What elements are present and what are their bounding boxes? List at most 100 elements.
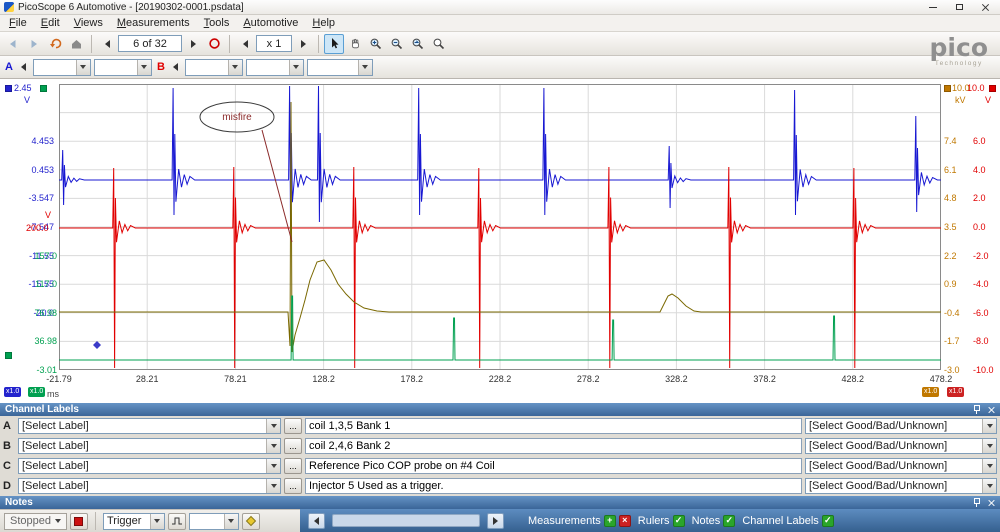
menu-tools[interactable]: Tools <box>197 16 237 30</box>
previous-buffer-button[interactable] <box>97 34 117 54</box>
channel-b-range-select[interactable] <box>185 59 243 76</box>
restore-button[interactable] <box>948 1 970 14</box>
channel-c-label-input[interactable] <box>305 458 802 474</box>
menu-automotive[interactable]: Automotive <box>236 16 305 30</box>
channel-a-more-button[interactable]: ... <box>284 418 302 434</box>
dropdown-button[interactable] <box>982 419 996 433</box>
channel-a-label-input[interactable] <box>305 418 802 434</box>
stop-button[interactable] <box>70 513 88 530</box>
channel-a-label-select[interactable]: [Select Label] <box>18 418 281 434</box>
menu-measurements[interactable]: Measurements <box>110 16 197 30</box>
notes-button[interactable]: Notes ✓ <box>692 515 736 527</box>
channel-labels-toggle-icon[interactable]: ✓ <box>822 515 834 527</box>
zoom-increase-button[interactable] <box>293 34 313 54</box>
dropdown-button[interactable] <box>228 60 242 75</box>
channel-d-label-input[interactable] <box>305 478 802 494</box>
dropdown-button[interactable] <box>266 459 280 473</box>
trigger-channel-select[interactable] <box>189 513 239 530</box>
minimize-button[interactable] <box>922 1 944 14</box>
channel-a-collapse-button[interactable] <box>18 57 30 77</box>
channel-a-quality-select[interactable]: [Select Good/Bad/Unknown] <box>805 418 997 434</box>
hand-tool-button[interactable] <box>345 34 365 54</box>
scope-view[interactable]: misfire4.4530.453-3.547-7.547-11.55-15.5… <box>0 79 1000 403</box>
measurements-button[interactable]: Measurements + × <box>528 515 631 527</box>
dropdown-button[interactable] <box>289 60 303 75</box>
channel-d-more-button[interactable]: ... <box>284 478 302 494</box>
trigger-marker-button[interactable] <box>242 513 260 530</box>
zoom-factor-box[interactable]: x 1 <box>256 35 292 52</box>
channel-b-coupling-select[interactable] <box>246 59 304 76</box>
buffer-position-box[interactable]: 6 of 32 <box>118 35 182 52</box>
menu-help[interactable]: Help <box>305 16 342 30</box>
channel-a-axis-handle[interactable] <box>5 85 12 92</box>
channel-d-quality-select[interactable]: [Select Good/Bad/Unknown] <box>805 478 997 494</box>
close-button[interactable] <box>974 1 996 14</box>
capture-state-button[interactable]: Stopped <box>4 513 67 530</box>
pin-icon[interactable] <box>972 498 981 507</box>
axis-c-scale-chip[interactable]: x1.0 <box>922 387 939 397</box>
undo-button[interactable] <box>45 34 65 54</box>
menu-file[interactable]: File <box>2 16 34 30</box>
axis-a-scale-chip[interactable]: x1.0 <box>4 387 21 397</box>
rulers-toggle-icon[interactable]: ✓ <box>673 515 685 527</box>
close-panel-icon[interactable] <box>987 406 995 414</box>
zoom-decrease-button[interactable] <box>235 34 255 54</box>
waveform-plot[interactable]: misfire <box>59 84 941 370</box>
misfire-annotation[interactable]: misfire <box>200 102 292 242</box>
dropdown-button[interactable] <box>982 439 996 453</box>
zoom-full-button[interactable] <box>429 34 449 54</box>
dropdown-button[interactable] <box>982 479 996 493</box>
menu-views[interactable]: Views <box>67 16 110 30</box>
channel-b-label-input[interactable] <box>305 438 802 454</box>
buffer-scroll-right-button[interactable] <box>487 513 504 529</box>
channel-b-axis-handle[interactable] <box>989 85 996 92</box>
dropdown-button[interactable] <box>76 60 90 75</box>
pointer-tool-button[interactable] <box>324 34 344 54</box>
channel-c-quality-select[interactable]: [Select Good/Bad/Unknown] <box>805 458 997 474</box>
delete-measurement-icon[interactable]: × <box>619 515 631 527</box>
trigger-marker[interactable] <box>93 341 101 349</box>
add-measurement-icon[interactable]: + <box>604 515 616 527</box>
channel-labels-button[interactable]: Channel Labels ✓ <box>742 515 833 527</box>
undo-zoom-button[interactable] <box>408 34 428 54</box>
channel-c-axis-handle[interactable] <box>944 85 951 92</box>
buffer-scroll-track[interactable] <box>332 514 480 527</box>
channel-b-quality-select[interactable]: [Select Good/Bad/Unknown] <box>805 438 997 454</box>
buffer-scroll-left-button[interactable] <box>308 513 325 529</box>
home-view-button[interactable] <box>66 34 86 54</box>
channel-c-more-button[interactable]: ... <box>284 458 302 474</box>
trigger-settings-button[interactable] <box>168 513 186 530</box>
dropdown-button[interactable] <box>224 514 238 529</box>
channel-d-axis-handle-top[interactable] <box>40 85 47 92</box>
next-buffer-button[interactable] <box>183 34 203 54</box>
axis-b-scale-chip[interactable]: x1.0 <box>947 387 964 397</box>
channel-a-coupling-select[interactable] <box>94 59 152 76</box>
dropdown-button[interactable] <box>137 60 151 75</box>
notes-toggle-icon[interactable]: ✓ <box>723 515 735 527</box>
channel-d-label-select[interactable]: [Select Label] <box>18 478 281 494</box>
dropdown-button[interactable] <box>150 514 164 529</box>
dropdown-button[interactable] <box>266 419 280 433</box>
dropdown-button[interactable] <box>358 60 372 75</box>
channel-b-collapse-button[interactable] <box>170 57 182 77</box>
dropdown-button[interactable] <box>266 479 280 493</box>
back-view-button[interactable] <box>3 34 23 54</box>
menu-edit[interactable]: Edit <box>34 16 67 30</box>
dropdown-button[interactable] <box>982 459 996 473</box>
channel-b-label-select[interactable]: [Select Label] <box>18 438 281 454</box>
zoom-in-tool-button[interactable] <box>366 34 386 54</box>
pin-icon[interactable] <box>972 405 981 414</box>
forward-view-button[interactable] <box>24 34 44 54</box>
channel-d-axis-handle-bottom[interactable] <box>5 352 12 359</box>
dropdown-button[interactable] <box>266 439 280 453</box>
zoom-out-tool-button[interactable] <box>387 34 407 54</box>
rulers-button[interactable]: Rulers ✓ <box>638 515 685 527</box>
axis-d-scale-chip[interactable]: x1.0 <box>28 387 45 397</box>
buffer-overview-button[interactable] <box>204 34 224 54</box>
probe-select[interactable] <box>307 59 373 76</box>
channel-b-more-button[interactable]: ... <box>284 438 302 454</box>
channel-a-range-select[interactable] <box>33 59 91 76</box>
trigger-mode-select[interactable]: Trigger <box>103 513 165 530</box>
close-panel-icon[interactable] <box>987 499 995 507</box>
channel-c-label-select[interactable]: [Select Label] <box>18 458 281 474</box>
